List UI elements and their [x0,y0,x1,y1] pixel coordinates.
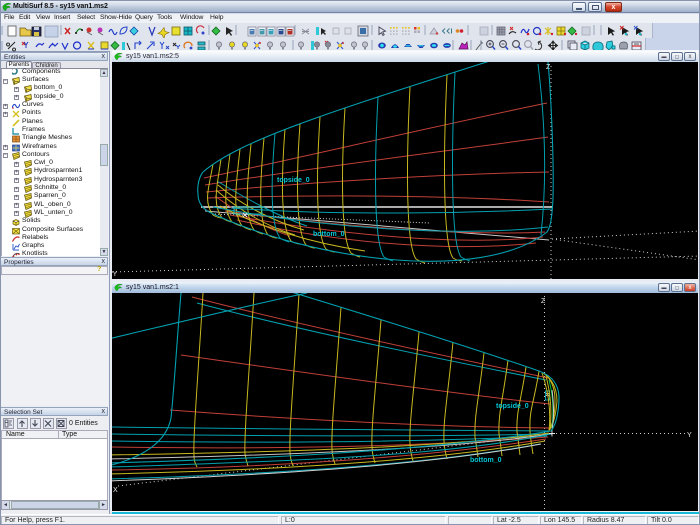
svg-text:topside_0: topside_0 [277,177,310,184]
svg-text:topside_0: topside_0 [496,403,529,410]
svg-text:Y: Y [687,432,692,439]
svg-text:Y: Y [113,271,118,278]
svg-text:Z: Z [546,64,551,71]
svg-text:bottom_0: bottom_0 [470,457,502,464]
svg-text:Z: Z [541,298,546,305]
svg-text:bottom_0: bottom_0 [313,231,345,238]
svg-text:X: X [113,487,118,494]
